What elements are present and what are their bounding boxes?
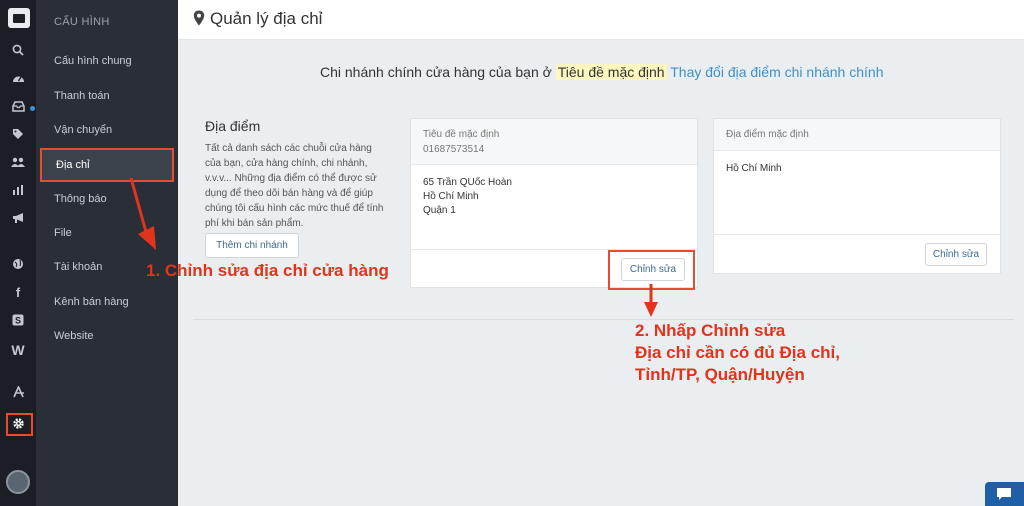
annotation-line: Địa chỉ cần có đủ Địa chỉ, xyxy=(635,343,840,362)
annotation-arrows xyxy=(129,177,658,317)
annotation-step1: 1. Chỉnh sửa địa chỉ cửa hàng xyxy=(146,261,389,280)
chat-icon xyxy=(997,488,1011,500)
chat-widget[interactable] xyxy=(985,482,1024,506)
annotation-line: Tỉnh/TP, Quận/Huyện xyxy=(635,365,805,384)
annotation-step2: 2. Nhấp Chỉnh sửa Địa chỉ cần có đủ Địa … xyxy=(635,320,840,386)
annotation-line: 2. Nhấp Chỉnh sửa xyxy=(635,321,786,340)
